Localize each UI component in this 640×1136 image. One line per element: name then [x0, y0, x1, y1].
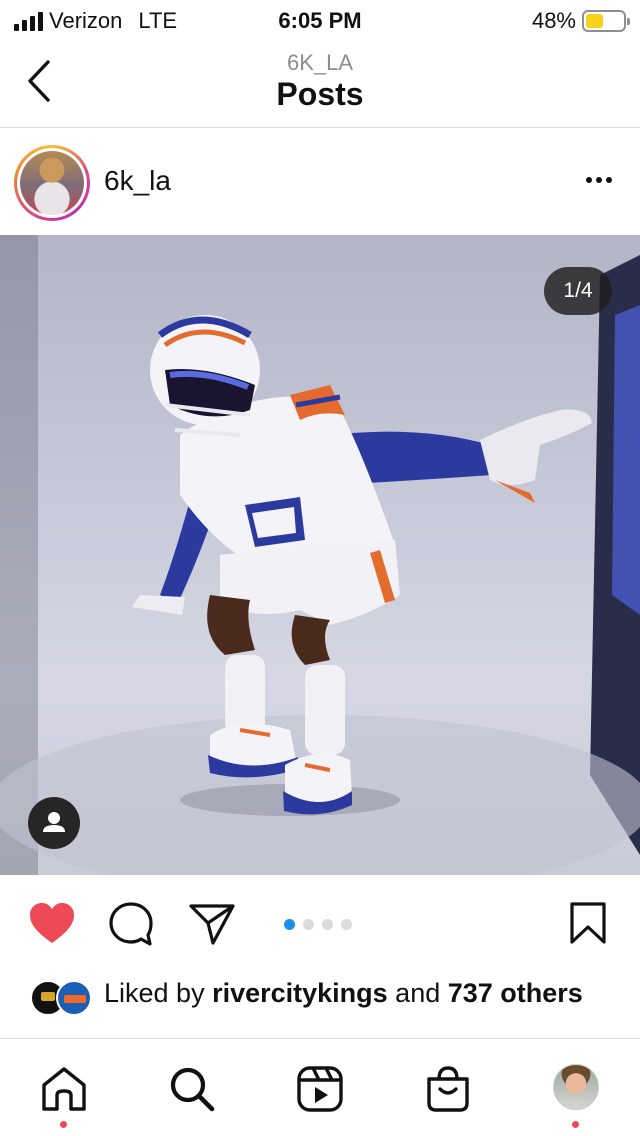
- save-button[interactable]: [568, 901, 608, 950]
- carousel-counter: 1/4: [544, 267, 612, 315]
- likes-count[interactable]: 737: [448, 978, 493, 1008]
- carousel-indicator: [284, 919, 352, 930]
- post-header: 6k_la: [0, 129, 640, 235]
- comment-button[interactable]: [108, 901, 154, 952]
- header-username: 6K_LA: [286, 50, 354, 75]
- bookmark-icon: [570, 902, 606, 944]
- likes-row: Liked by rivercitykings and 737 others: [0, 975, 640, 1039]
- tab-reels[interactable]: [296, 1065, 344, 1113]
- liker-username[interactable]: rivercitykings: [212, 978, 388, 1008]
- status-bar-right: 48%: [531, 8, 630, 34]
- share-button[interactable]: [188, 901, 236, 952]
- ellipsis-icon: [586, 177, 592, 183]
- action-bar: [0, 875, 640, 973]
- battery-percent: 48%: [531, 8, 576, 33]
- carousel-dot: [284, 919, 295, 930]
- tab-profile-avatar[interactable]: [553, 1064, 599, 1110]
- battery-level: [586, 14, 604, 28]
- shop-icon: [427, 1066, 469, 1112]
- carousel-dot: [322, 919, 333, 930]
- battery-icon: [582, 10, 630, 32]
- likes-middle: and: [387, 978, 448, 1008]
- search-icon: [170, 1067, 215, 1112]
- ellipsis-dot: [596, 177, 602, 183]
- avatar: [20, 151, 84, 215]
- more-options-button[interactable]: [586, 177, 612, 183]
- tagged-people-button[interactable]: [28, 797, 80, 849]
- likes-summary[interactable]: Liked by rivercitykings and 737 others: [104, 977, 624, 1009]
- nav-header: 6K_LA Posts: [0, 40, 640, 128]
- story-ring-avatar[interactable]: [14, 145, 90, 221]
- profile-notification-dot: [572, 1121, 579, 1128]
- tab-search[interactable]: [168, 1065, 216, 1113]
- carousel-dot: [341, 919, 352, 930]
- tab-home[interactable]: [40, 1065, 88, 1113]
- bottom-tab-bar: [0, 1038, 640, 1136]
- status-bar: Verizon LTE 6:05 PM 48%: [0, 0, 640, 40]
- person-icon: [43, 812, 65, 832]
- home-notification-dot: [60, 1121, 67, 1128]
- reels-icon: [297, 1066, 343, 1112]
- post-photo[interactable]: 1/4: [0, 235, 640, 875]
- like-button[interactable]: [28, 901, 76, 950]
- heart-icon: [30, 903, 74, 943]
- tab-shop[interactable]: [424, 1065, 472, 1113]
- paper-plane-icon: [189, 904, 235, 945]
- liker-avatar: [56, 980, 92, 1016]
- home-icon: [42, 1067, 86, 1111]
- likes-suffix[interactable]: others: [493, 978, 583, 1008]
- page-title: Posts: [276, 76, 364, 112]
- photo-illustration: [0, 235, 640, 875]
- ellipsis-dot: [606, 177, 612, 183]
- liker-avatars[interactable]: [30, 980, 94, 1018]
- comment-icon: [109, 902, 153, 946]
- carousel-dot: [303, 919, 314, 930]
- avatar-border: [17, 148, 87, 218]
- likes-prefix: Liked by: [104, 978, 213, 1008]
- post-username[interactable]: 6k_la: [104, 165, 171, 197]
